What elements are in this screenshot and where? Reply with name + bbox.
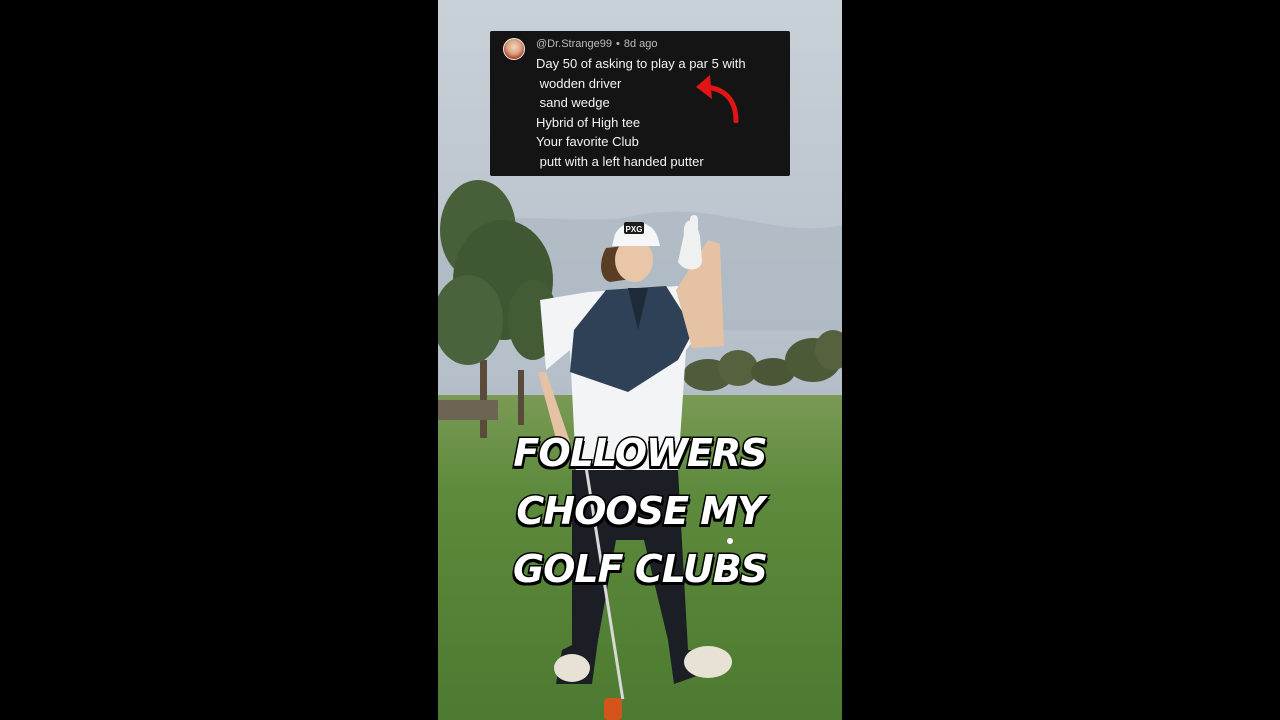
meta-separator: • (616, 38, 620, 50)
cap-logo: PXG (626, 225, 643, 234)
comment-age: 8d ago (623, 38, 658, 50)
comment-line-5: Your favorite Club (536, 134, 639, 149)
comment-meta: @Dr.Strange99 • 8d ago (536, 37, 780, 51)
caption-line-2: CHOOSE MY (515, 488, 766, 535)
caption-line-1: FOLLOWERS (512, 430, 769, 477)
caption-line-3: GOLF CLUBS (511, 546, 769, 593)
fence (438, 400, 498, 420)
video-frame[interactable]: PXG @Dr.Strange99 • 8d ago Day 50 of ask… (438, 0, 842, 720)
red-arrow-icon (696, 75, 739, 123)
video-stage[interactable]: PXG @Dr.Strange99 • 8d ago Day 50 of ask… (0, 0, 1280, 720)
comment-username: @Dr.Strange99 (536, 38, 612, 50)
comment-line-6: putt with a left handed putter (536, 153, 704, 169)
commenter-avatar (503, 38, 525, 60)
comment-card: @Dr.Strange99 • 8d ago Day 50 of asking to… (490, 31, 790, 176)
